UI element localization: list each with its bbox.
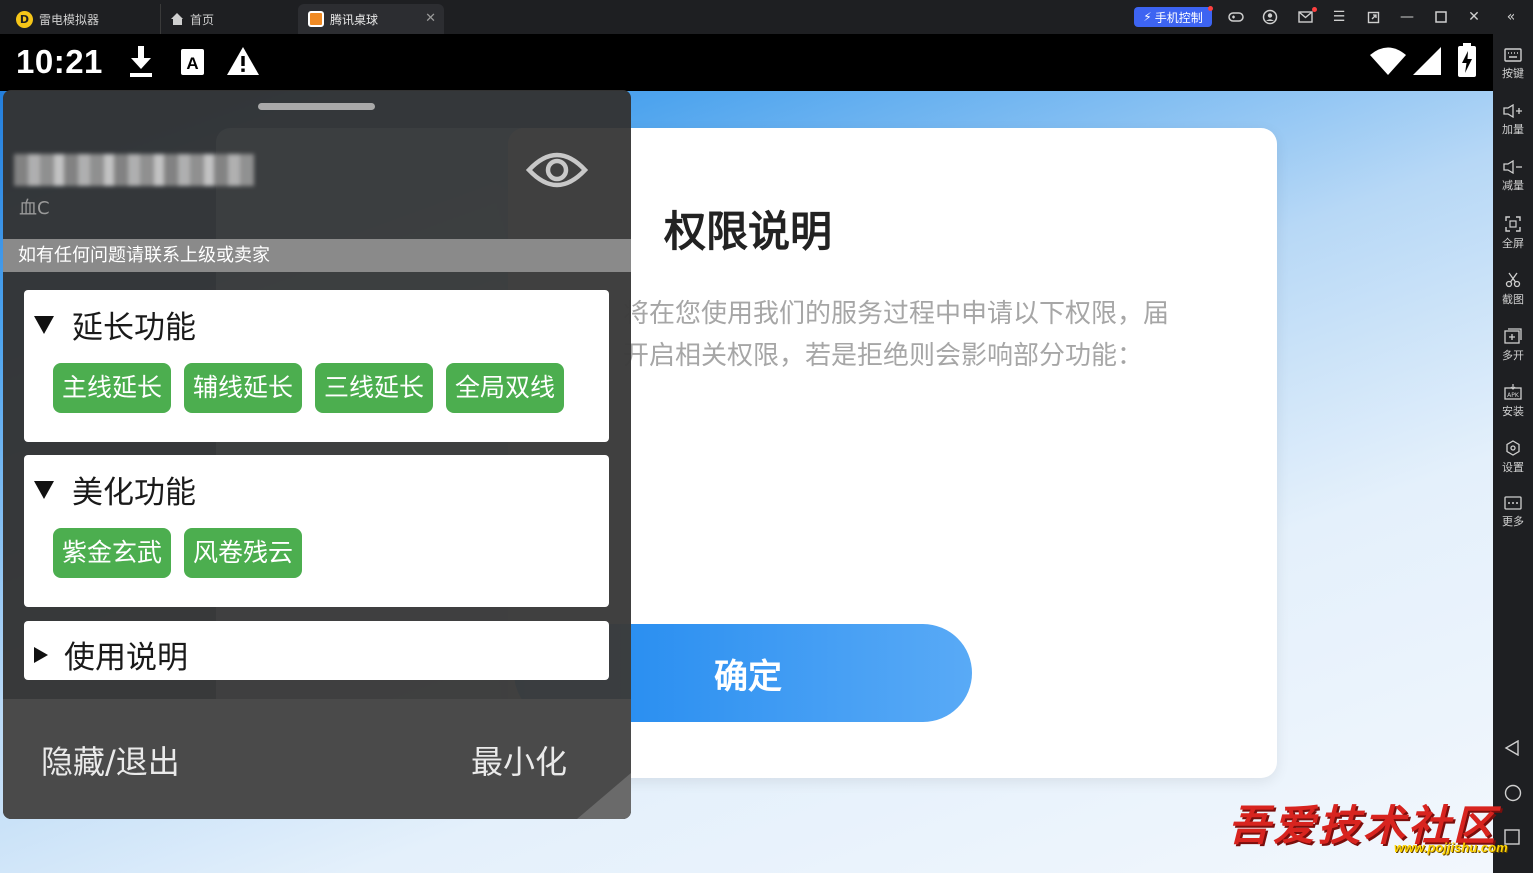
wifi-icon xyxy=(1370,47,1406,75)
collapse-sidebar-icon[interactable]: « xyxy=(1500,6,1522,28)
resize-handle[interactable] xyxy=(577,773,631,819)
toolbar-label-multi-instance: 多开 xyxy=(1502,349,1524,362)
hide-exit-button[interactable]: 隐藏/退出 xyxy=(41,737,180,783)
expanded-triangle-icon xyxy=(34,480,54,499)
home-icon xyxy=(171,13,184,25)
section-header-beautify[interactable]: 美化功能 xyxy=(34,467,196,512)
panel-footer: 隐藏/退出 最小化 xyxy=(3,699,631,819)
blurred-username xyxy=(14,154,254,186)
gear-icon xyxy=(1506,440,1520,456)
tab-game[interactable]: 腾讯桌球 ✕ xyxy=(298,4,444,34)
status-clock: 10:21 xyxy=(16,43,103,80)
scissors-icon xyxy=(1505,272,1521,288)
warning-icon xyxy=(227,47,259,75)
emulator-toolbar: 按键 加量 减量 全屏 截图 多开 APK 安装 设置 更多 xyxy=(1493,34,1533,873)
watermark-url: www.pojjishu.com xyxy=(1394,840,1508,855)
gamepad-icon[interactable] xyxy=(1225,6,1247,28)
download-icon xyxy=(130,46,152,77)
signal-icon xyxy=(1413,47,1441,75)
toolbar-screenshot[interactable]: 截图 xyxy=(1493,272,1533,322)
toolbar-label-settings: 设置 xyxy=(1502,461,1524,474)
ldplayer-logo-icon: D xyxy=(16,10,33,28)
phone-control-label: 手机控制 xyxy=(1154,10,1203,25)
main-line-extend-button[interactable]: 主线延长 xyxy=(53,363,172,413)
back-icon[interactable] xyxy=(1504,740,1520,756)
restore-window-icon[interactable] xyxy=(1362,6,1384,28)
close-window-icon[interactable]: ✕ xyxy=(1463,6,1485,28)
multi-instance-icon xyxy=(1504,328,1522,344)
section-beautify-features: 美化功能 紫金玄武 风卷残云 xyxy=(24,455,609,607)
toolbar-volume-up[interactable]: 加量 xyxy=(1493,104,1533,154)
user-icon[interactable] xyxy=(1259,6,1281,28)
minimize-icon[interactable]: — xyxy=(1396,6,1418,28)
permission-description: 将在您使用我们的服务过程中申请以下权限，届 开启相关权限，若是拒绝则会影响部分功… xyxy=(623,293,1243,377)
permission-description-line2: 开启相关权限，若是拒绝则会影响部分功能： xyxy=(623,341,1144,371)
toolbar-install-apk[interactable]: APK 安装 xyxy=(1493,384,1533,434)
font-icon: A xyxy=(181,49,204,75)
notification-dot xyxy=(1208,6,1213,11)
toolbar-label-fullscreen: 全屏 xyxy=(1502,237,1524,250)
global-double-line-button[interactable]: 全局双线 xyxy=(446,363,565,413)
close-tab-icon[interactable]: ✕ xyxy=(425,11,436,26)
third-line-extend-button[interactable]: 三线延长 xyxy=(315,363,434,413)
wind-cloud-skin-button[interactable]: 风卷残云 xyxy=(184,528,303,578)
section-header-instructions[interactable]: 使用说明 xyxy=(34,632,188,677)
android-screen: 10:21 A 权限说明 将在您使用我们的服务过程中申请以下权限，届 开启相关权… xyxy=(0,34,1493,873)
section-header-extend[interactable]: 延长功能 xyxy=(34,302,196,347)
purple-gold-skin-button[interactable]: 紫金玄武 xyxy=(53,528,172,578)
more-icon xyxy=(1504,496,1522,510)
svg-text:A: A xyxy=(186,54,198,73)
toolbar-more[interactable]: 更多 xyxy=(1493,496,1533,546)
toolbar-label-more: 更多 xyxy=(1502,515,1524,528)
section-title-beautify: 美化功能 xyxy=(72,475,196,511)
mail-badge-dot xyxy=(1312,7,1317,12)
game-icon xyxy=(308,11,324,27)
section-title-instructions: 使用说明 xyxy=(64,640,188,676)
expanded-triangle-icon xyxy=(34,315,54,334)
fullscreen-icon xyxy=(1505,216,1521,232)
phone-control-button[interactable]: ⚡ 手机控制 xyxy=(1134,7,1212,27)
volume-up-icon xyxy=(1503,104,1522,118)
toolbar-fullscreen[interactable]: 全屏 xyxy=(1493,216,1533,266)
maximize-icon[interactable] xyxy=(1430,6,1452,28)
toolbar-settings[interactable]: 设置 xyxy=(1493,440,1533,490)
confirm-button-label: 确定 xyxy=(714,656,782,697)
notice-bar: 如有任何问题请联系上级或卖家 xyxy=(3,239,631,272)
battery-charging-icon xyxy=(1458,43,1476,77)
permission-description-line1: 将在您使用我们的服务过程中申请以下权限，届 xyxy=(623,299,1170,329)
aux-line-extend-button[interactable]: 辅线延长 xyxy=(184,363,303,413)
keyboard-icon xyxy=(1504,48,1522,62)
lightning-icon: ⚡ xyxy=(1143,10,1152,24)
window-titlebar: D 雷电模拟器 首页 腾讯桌球 ✕ ⚡ 手机控制 ☰ — ✕ « xyxy=(0,0,1533,34)
section-instructions[interactable]: 使用说明 xyxy=(24,621,609,680)
collapsed-triangle-icon xyxy=(34,646,48,663)
volume-down-icon xyxy=(1503,160,1522,174)
tab-game-label: 腾讯桌球 xyxy=(330,12,379,27)
floating-menu-panel[interactable]: 血C 如有任何问题请联系上级或卖家 延长功能 主线延长 辅线延长 三线延长 全局… xyxy=(3,90,631,819)
svg-text:APK: APK xyxy=(1507,392,1520,399)
toolbar-volume-down[interactable]: 减量 xyxy=(1493,160,1533,210)
section-extend-features: 延长功能 主线延长 辅线延长 三线延长 全局双线 xyxy=(24,290,609,442)
android-statusbar: 10:21 A xyxy=(0,34,1493,91)
toolbar-label-volume-up: 加量 xyxy=(1502,123,1524,136)
app-tab[interactable]: D 雷电模拟器 xyxy=(6,4,156,34)
section-title-extend: 延长功能 xyxy=(72,310,196,346)
toolbar-label-screenshot: 截图 xyxy=(1502,293,1524,306)
user-subtitle: 血C xyxy=(19,198,50,219)
tab-home[interactable]: 首页 xyxy=(160,4,295,34)
app-name: 雷电模拟器 xyxy=(39,12,100,27)
watermark-logo: 吾爱技术社区 www.pojjishu.com xyxy=(1228,792,1528,862)
toolbar-label-install: 安装 xyxy=(1502,405,1524,418)
toolbar-keymap[interactable]: 按键 xyxy=(1493,48,1533,98)
tab-home-label: 首页 xyxy=(190,12,215,27)
apk-install-icon: APK xyxy=(1504,384,1522,400)
toolbar-label-keymap: 按键 xyxy=(1502,67,1524,80)
toolbar-multi-instance[interactable]: 多开 xyxy=(1493,328,1533,378)
minimize-panel-button[interactable]: 最小化 xyxy=(471,737,567,783)
drag-handle[interactable] xyxy=(258,103,375,110)
eye-icon[interactable] xyxy=(526,146,588,194)
menu-icon[interactable]: ☰ xyxy=(1328,6,1350,28)
toolbar-label-volume-down: 减量 xyxy=(1502,179,1524,192)
